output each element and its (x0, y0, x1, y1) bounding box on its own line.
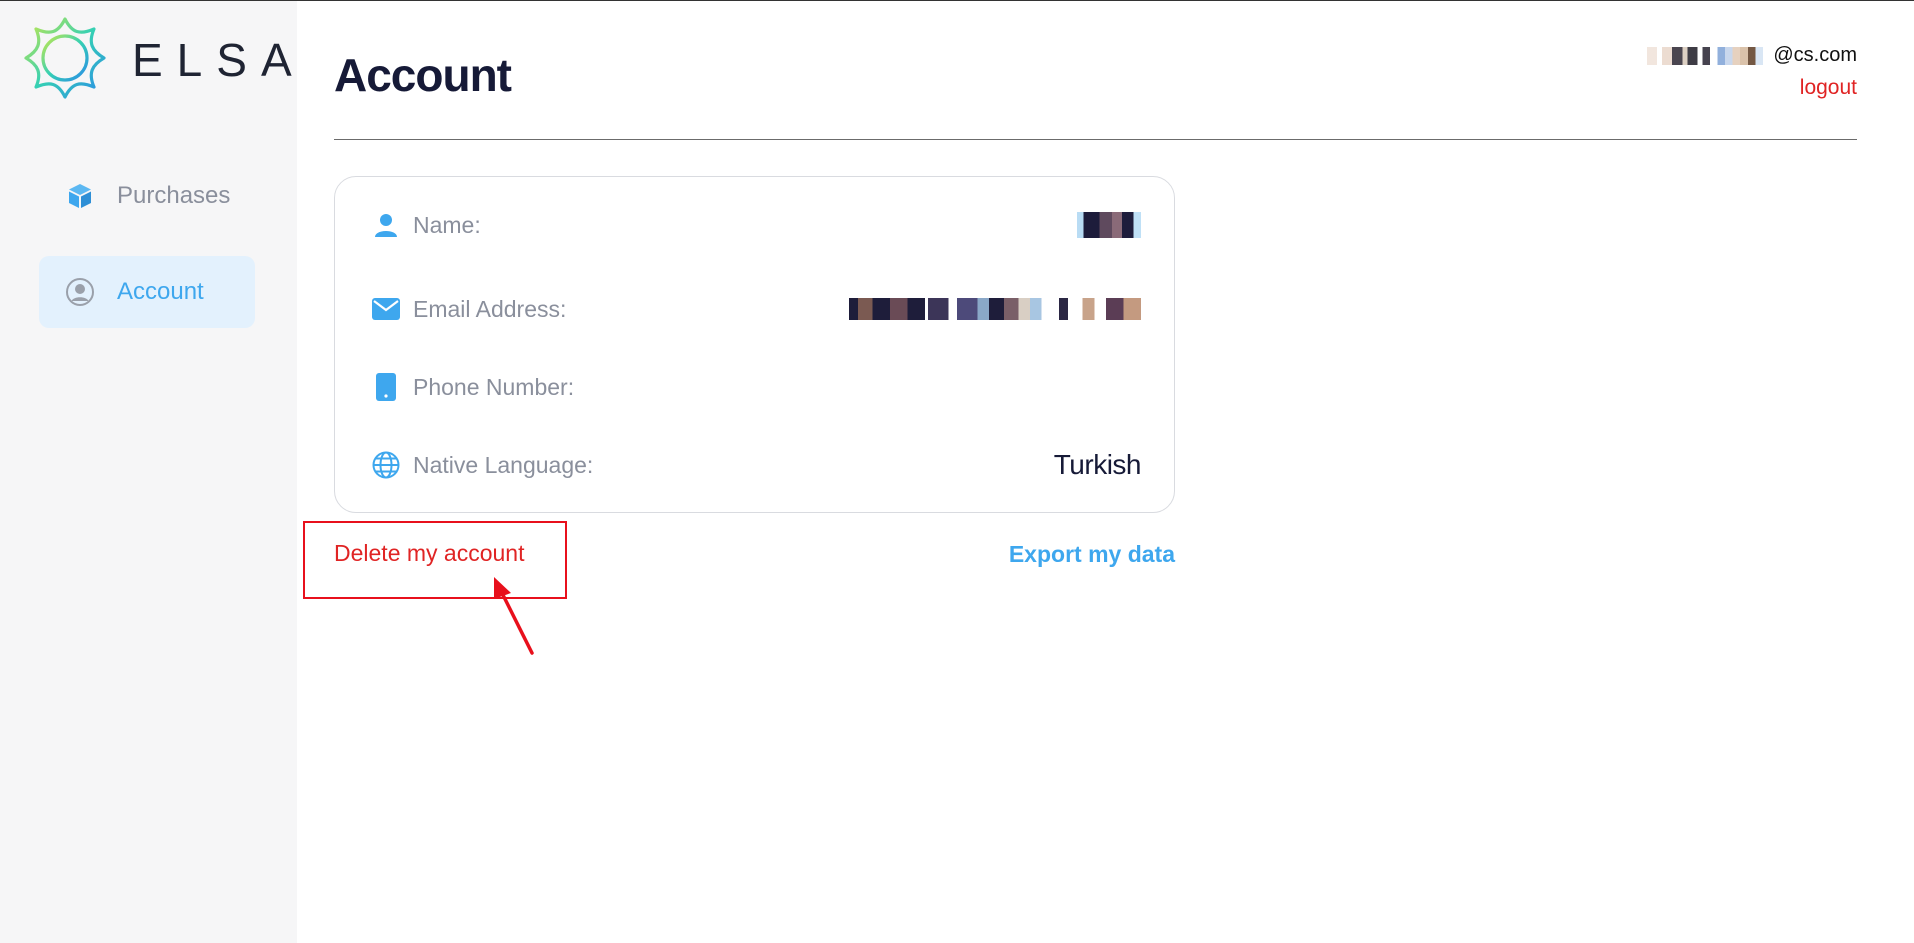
field-label: Name: (413, 211, 481, 238)
user-email: @cs.com (1647, 44, 1857, 67)
sidebar-item-label: Account (117, 278, 204, 305)
mail-icon (371, 294, 401, 324)
account-field-name: Name: (371, 205, 1141, 245)
sidebar: ELSA Purchases Account (0, 1, 297, 943)
delete-account-link[interactable]: Delete my account (334, 540, 524, 567)
sidebar-item-account[interactable]: Account (39, 256, 255, 328)
user-circle-icon (65, 277, 95, 307)
field-label: Email Address: (413, 295, 567, 322)
logo-wordmark: ELSA (132, 34, 306, 86)
redacted-email-prefix (1647, 46, 1774, 65)
field-label: Native Language: (413, 451, 594, 478)
account-field-language: Native Language: Turkish (371, 445, 1142, 485)
user-email-suffix: @cs.com (1773, 44, 1857, 66)
redacted-email-value (849, 298, 1141, 320)
globe-icon (371, 450, 401, 480)
phone-icon (371, 372, 401, 402)
account-field-phone: Phone Number: (371, 367, 1141, 407)
page-title: Account (334, 49, 512, 101)
account-field-email: Email Address: (371, 289, 1141, 329)
native-language-value: Turkish (1053, 449, 1142, 480)
header-divider (334, 139, 1857, 140)
logout-link[interactable]: logout (1800, 76, 1857, 100)
export-data-link[interactable]: Export my data (1009, 541, 1175, 568)
elsa-logo[interactable]: ELSA (22, 15, 292, 101)
elsa-star-logo-icon (24, 17, 106, 99)
account-details-card: Name: Email Address: Phone Number: Nativ… (334, 176, 1175, 513)
person-icon (371, 210, 401, 240)
field-label: Phone Number: (413, 373, 575, 400)
redacted-name-value (1077, 212, 1141, 238)
cube-icon (65, 181, 95, 211)
annotation-arrow-icon (494, 577, 534, 655)
sidebar-item-label: Purchases (117, 182, 231, 209)
sidebar-item-purchases[interactable]: Purchases (39, 160, 255, 232)
